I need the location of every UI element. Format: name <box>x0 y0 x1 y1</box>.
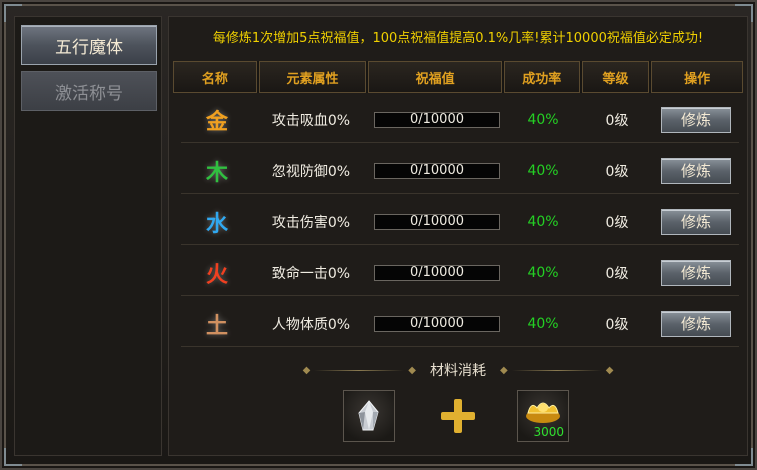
materials-title: ◆ ◆ 材料消耗 ◆ ◆ <box>169 359 747 381</box>
blessing-progress-bar: 0/10000 <box>374 111 500 128</box>
diamond-ornament-icon: ◆ <box>500 364 508 376</box>
header-attribute: 元素属性 <box>258 61 367 93</box>
table-row: 火 致命一击0% 0/10000 40% 0级 修炼 <box>181 250 739 296</box>
window-frame: 五行魔体 激活称号 每修炼1次增加5点祝福值，100点祝福值提高0.1%几率!累… <box>0 0 757 470</box>
water-element-icon: 水 <box>205 210 228 237</box>
header-action: 操作 <box>651 61 743 93</box>
attribute-value: 攻击伤害0% <box>271 214 351 231</box>
cultivate-button[interactable]: 修炼 <box>661 106 731 133</box>
material-slot-crystal[interactable] <box>343 390 395 442</box>
blessing-progress-bar: 0/10000 <box>374 315 500 332</box>
success-rate: 40% <box>527 315 559 332</box>
table-row: 土 人物体质0% 0/10000 40% 0级 修炼 <box>181 301 739 347</box>
crystal-icon <box>358 400 379 431</box>
header-name: 名称 <box>173 61 257 93</box>
level-value: 0级 <box>605 214 629 231</box>
material-slot-gold[interactable]: 3000 <box>517 390 569 442</box>
level-value: 0级 <box>605 112 629 129</box>
cultivate-button[interactable]: 修炼 <box>661 259 731 286</box>
success-rate: 40% <box>527 264 559 281</box>
cultivate-button[interactable]: 修炼 <box>661 310 731 337</box>
attribute-value: 攻击吸血0% <box>271 112 351 129</box>
cultivation-panel: 每修炼1次增加5点祝福值，100点祝福值提高0.1%几率!累计10000祝福值必… <box>168 16 748 456</box>
material-count: 3000 <box>533 425 564 439</box>
tab-five-elements-body[interactable]: 五行魔体 <box>21 25 157 65</box>
level-value: 0级 <box>605 265 629 282</box>
attribute-value: 忽视防御0% <box>271 163 351 180</box>
attribute-value: 人物体质0% <box>271 316 351 333</box>
table-row: 木 忽视防御0% 0/10000 40% 0级 修炼 <box>181 148 739 194</box>
attribute-value: 致命一击0% <box>271 265 351 282</box>
diamond-ornament-icon: ◆ <box>302 364 311 376</box>
success-rate: 40% <box>527 162 559 179</box>
tab-activate-title[interactable]: 激活称号 <box>21 71 157 111</box>
tab-sidebar: 五行魔体 激活称号 <box>14 16 162 456</box>
gold-ingot-icon <box>526 402 560 423</box>
metal-element-icon: 金 <box>205 108 228 135</box>
blessing-notice: 每修炼1次增加5点祝福值，100点祝福值提高0.1%几率!累计10000祝福值必… <box>212 31 704 46</box>
blessing-progress-bar: 0/10000 <box>374 162 500 179</box>
header-success-rate: 成功率 <box>503 61 580 93</box>
level-value: 0级 <box>605 316 629 333</box>
table-row: 金 攻击吸血0% 0/10000 40% 0级 修炼 <box>181 97 739 143</box>
earth-element-icon: 土 <box>205 312 228 339</box>
cultivate-button[interactable]: 修炼 <box>661 157 731 184</box>
level-value: 0级 <box>605 163 629 180</box>
divider <box>314 369 405 371</box>
divider <box>511 369 602 371</box>
table-row: 水 攻击伤害0% 0/10000 40% 0级 修炼 <box>181 199 739 245</box>
success-rate: 40% <box>527 111 559 128</box>
diamond-ornament-icon: ◆ <box>408 364 416 376</box>
wood-element-icon: 木 <box>205 159 228 186</box>
fire-element-icon: 火 <box>205 261 228 288</box>
blessing-progress-bar: 0/10000 <box>374 264 500 281</box>
cultivate-button[interactable]: 修炼 <box>661 208 731 235</box>
header-blessing: 祝福值 <box>368 61 502 93</box>
plus-icon <box>441 399 475 433</box>
blessing-progress-bar: 0/10000 <box>374 213 500 230</box>
success-rate: 40% <box>527 213 559 230</box>
materials-label: 材料消耗 <box>430 363 486 379</box>
header-level: 等级 <box>581 61 650 93</box>
table-header: 名称 元素属性 祝福值 成功率 等级 操作 <box>173 61 743 93</box>
diamond-ornament-icon: ◆ <box>605 364 614 376</box>
